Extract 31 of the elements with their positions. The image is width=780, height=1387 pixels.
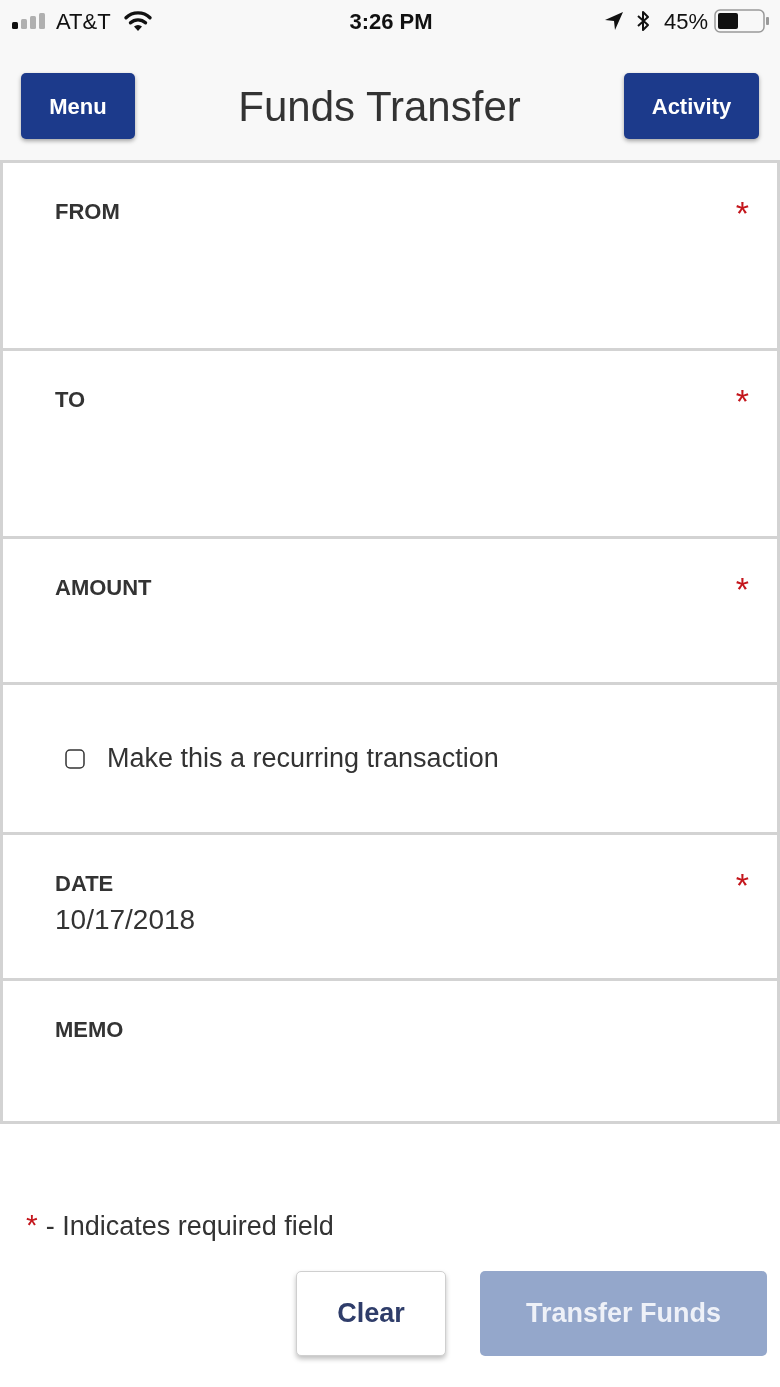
required-field-note: - Indicates required field — [45, 1210, 334, 1243]
checkbox[interactable] — [65, 748, 85, 769]
battery-icon — [714, 9, 770, 33]
input-field[interactable]: MEMO — [0, 978, 780, 1124]
menu-button[interactable]: Menu — [21, 73, 135, 139]
field-label: MEMO — [55, 1016, 124, 1044]
clear-button[interactable]: Clear — [296, 1271, 446, 1356]
input-field[interactable]: AMOUNT * — [0, 536, 780, 682]
field-label: DATE — [55, 870, 114, 898]
required-asterisk: * — [735, 198, 749, 229]
checkbox-label[interactable]: Make this a recurring transaction — [107, 738, 499, 779]
clock-time: 3:26 PM — [349, 7, 433, 36]
location-arrow-icon — [603, 11, 624, 31]
page-title: Funds Transfer — [238, 81, 521, 132]
field-label: TO — [55, 386, 86, 414]
field-label: AMOUNT — [55, 574, 152, 602]
select-field[interactable]: TO * — [0, 348, 780, 536]
input-field[interactable]: DATE * 10/17/2018 — [0, 832, 780, 978]
activity-button[interactable]: Activity — [624, 73, 759, 139]
required-asterisk: * — [26, 1207, 38, 1243]
required-asterisk: * — [735, 870, 749, 901]
field-label: FROM — [55, 198, 120, 226]
wifi-icon — [122, 10, 153, 32]
select-field[interactable]: FROM * — [0, 160, 780, 348]
bluetooth-icon — [635, 10, 650, 32]
battery-percentage: 45% — [663, 7, 708, 36]
field-value: 10/17/2018 — [55, 902, 197, 937]
carrier-name: AT&T — [56, 7, 111, 36]
required-asterisk: * — [735, 386, 749, 417]
required-asterisk: * — [735, 574, 749, 605]
signal-icon — [12, 13, 48, 29]
